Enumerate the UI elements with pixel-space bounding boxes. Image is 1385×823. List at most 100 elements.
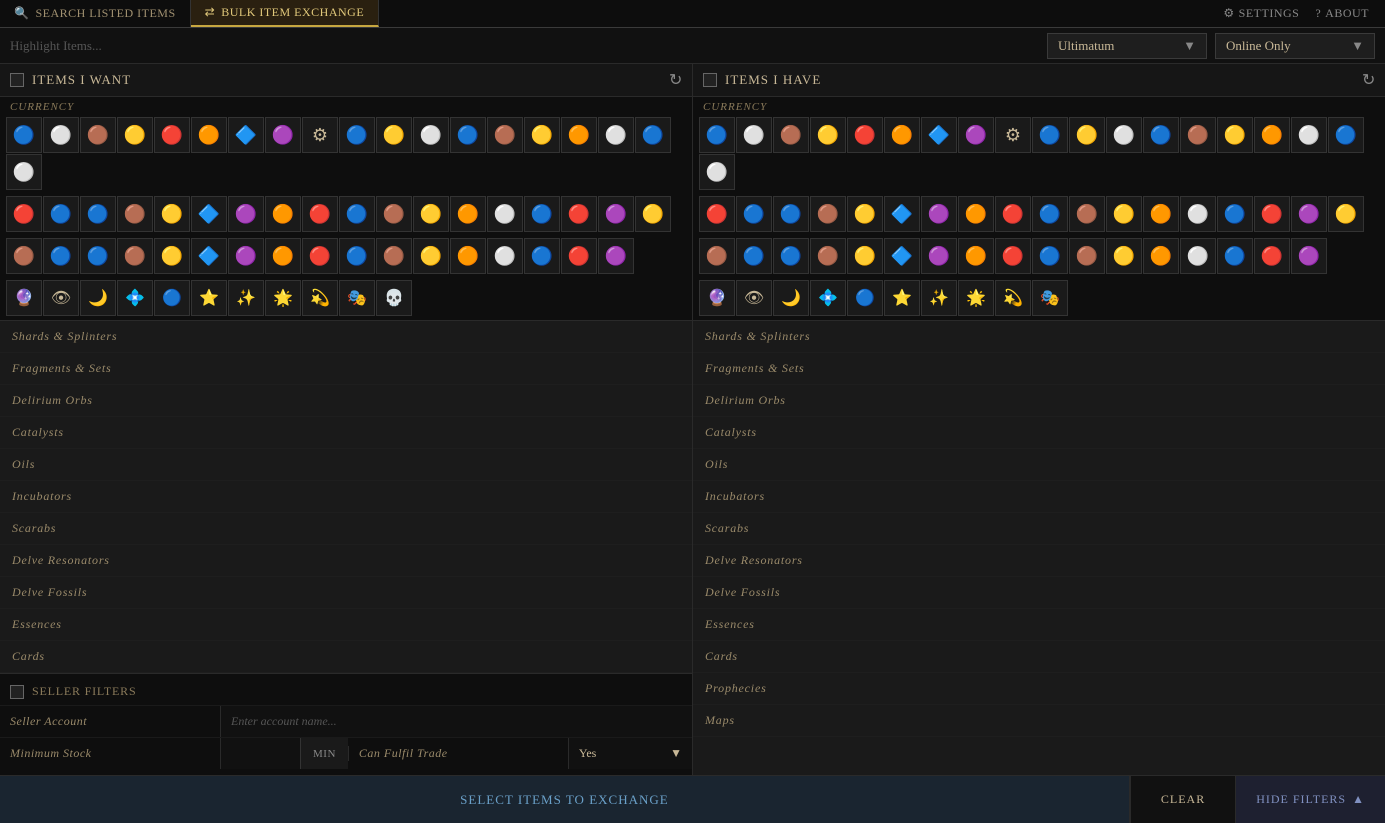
- list-item[interactable]: 🟤: [6, 238, 42, 274]
- list-item[interactable]: 🟣: [228, 238, 264, 274]
- list-item[interactable]: 🟠: [561, 117, 597, 153]
- list-item[interactable]: ✨: [921, 280, 957, 316]
- left-category-oils[interactable]: Oils: [0, 449, 692, 481]
- list-item[interactable]: 🔷: [921, 117, 957, 153]
- right-category-cards[interactable]: Cards: [693, 641, 1385, 673]
- left-refresh-button[interactable]: ↺: [669, 70, 682, 90]
- list-item[interactable]: ✨: [228, 280, 264, 316]
- list-item[interactable]: 🟤: [1069, 196, 1105, 232]
- list-item[interactable]: 🔵: [154, 280, 190, 316]
- list-item[interactable]: 🟠: [265, 238, 301, 274]
- list-item[interactable]: 🟡: [1106, 238, 1142, 274]
- list-item[interactable]: 🔵: [339, 117, 375, 153]
- list-item[interactable]: 🟠: [958, 238, 994, 274]
- list-item[interactable]: 🟡: [117, 117, 153, 153]
- list-item[interactable]: 🟡: [154, 238, 190, 274]
- list-item[interactable]: 🟠: [450, 238, 486, 274]
- list-item[interactable]: 🔵: [43, 238, 79, 274]
- list-item[interactable]: 🟤: [699, 238, 735, 274]
- list-item[interactable]: 🔵: [524, 238, 560, 274]
- right-category-delirium[interactable]: Delirium Orbs: [693, 385, 1385, 417]
- right-category-maps[interactable]: Maps: [693, 705, 1385, 737]
- list-item[interactable]: 🔴: [1254, 238, 1290, 274]
- list-item[interactable]: 🌟: [265, 280, 301, 316]
- list-item[interactable]: 🔴: [6, 196, 42, 232]
- list-item[interactable]: 🟣: [921, 196, 957, 232]
- right-panel-checkbox[interactable]: [703, 73, 717, 87]
- list-item[interactable]: 🔵: [1217, 238, 1253, 274]
- list-item[interactable]: 🟡: [847, 238, 883, 274]
- list-item[interactable]: 🔵: [1032, 196, 1068, 232]
- list-item[interactable]: 🟠: [1254, 117, 1290, 153]
- list-item[interactable]: 🔵: [6, 117, 42, 153]
- list-item[interactable]: 🔵: [847, 280, 883, 316]
- left-category-scarabs[interactable]: Scarabs: [0, 513, 692, 545]
- list-item[interactable]: 🔴: [995, 238, 1031, 274]
- list-item[interactable]: 🔵: [736, 238, 772, 274]
- seller-account-input[interactable]: [220, 706, 692, 737]
- right-category-oils[interactable]: Oils: [693, 449, 1385, 481]
- right-refresh-button[interactable]: ↺: [1362, 70, 1375, 90]
- list-item[interactable]: ⚪: [413, 117, 449, 153]
- list-item[interactable]: 🟤: [117, 196, 153, 232]
- list-item[interactable]: 🔷: [884, 238, 920, 274]
- exchange-button[interactable]: Select Items to Exchange: [0, 776, 1130, 823]
- list-item[interactable]: 🔴: [561, 196, 597, 232]
- list-item[interactable]: 🟡: [1069, 117, 1105, 153]
- list-item[interactable]: 🟣: [1291, 238, 1327, 274]
- list-item[interactable]: 🟠: [1143, 196, 1179, 232]
- left-category-resonators[interactable]: Delve Resonators: [0, 545, 692, 577]
- list-item[interactable]: 🟡: [413, 238, 449, 274]
- list-item[interactable]: 🟡: [376, 117, 412, 153]
- list-item[interactable]: 🟠: [265, 196, 301, 232]
- left-category-catalysts[interactable]: Catalysts: [0, 417, 692, 449]
- right-category-essences[interactable]: Essences: [693, 609, 1385, 641]
- list-item[interactable]: 🔵: [1328, 117, 1364, 153]
- list-item[interactable]: 🔮: [699, 280, 735, 316]
- list-item[interactable]: 🟡: [635, 196, 671, 232]
- list-item[interactable]: ⭐: [884, 280, 920, 316]
- list-item[interactable]: 🔵: [450, 117, 486, 153]
- list-item[interactable]: 🔷: [191, 238, 227, 274]
- list-item[interactable]: 🟡: [810, 117, 846, 153]
- list-item[interactable]: 🟡: [1328, 196, 1364, 232]
- list-item[interactable]: ⚪: [736, 117, 772, 153]
- list-item[interactable]: 🟠: [958, 196, 994, 232]
- left-category-cards[interactable]: Cards: [0, 641, 692, 673]
- list-item[interactable]: 🔵: [736, 196, 772, 232]
- right-category-scarabs[interactable]: Scarabs: [693, 513, 1385, 545]
- online-dropdown[interactable]: Online Only ▼: [1215, 33, 1375, 59]
- list-item[interactable]: 🟠: [1143, 238, 1179, 274]
- list-item[interactable]: 🔵: [699, 117, 735, 153]
- list-item[interactable]: ⚪: [598, 117, 634, 153]
- left-category-essences[interactable]: Essences: [0, 609, 692, 641]
- list-item[interactable]: 🟤: [810, 238, 846, 274]
- list-item[interactable]: ⭐: [191, 280, 227, 316]
- list-item[interactable]: 🔷: [884, 196, 920, 232]
- list-item[interactable]: 🟤: [376, 196, 412, 232]
- min-stock-button[interactable]: MIN: [300, 738, 348, 769]
- list-item[interactable]: 🔵: [339, 196, 375, 232]
- list-item[interactable]: ⚪: [1180, 196, 1216, 232]
- left-category-fragments[interactable]: Fragments & Sets: [0, 353, 692, 385]
- list-item[interactable]: 🟤: [487, 117, 523, 153]
- list-item[interactable]: ⚙: [302, 117, 338, 153]
- list-item[interactable]: 🌙: [80, 280, 116, 316]
- list-item[interactable]: ⚪: [699, 154, 735, 190]
- list-item[interactable]: 🟣: [228, 196, 264, 232]
- list-item[interactable]: 🔵: [524, 196, 560, 232]
- clear-button[interactable]: Clear: [1130, 776, 1235, 823]
- list-item[interactable]: 👁: [736, 280, 772, 316]
- seller-filters-checkbox[interactable]: [10, 685, 24, 699]
- left-category-delirium[interactable]: Delirium Orbs: [0, 385, 692, 417]
- list-item[interactable]: ⚪: [1106, 117, 1142, 153]
- list-item[interactable]: 🔴: [561, 238, 597, 274]
- list-item[interactable]: 🔵: [339, 238, 375, 274]
- list-item[interactable]: 🔵: [635, 117, 671, 153]
- list-item[interactable]: 🟣: [921, 238, 957, 274]
- list-item[interactable]: 🔵: [80, 196, 116, 232]
- list-item[interactable]: 👁: [43, 280, 79, 316]
- right-category-fossils[interactable]: Delve Fossils: [693, 577, 1385, 609]
- list-item[interactable]: 🟡: [413, 196, 449, 232]
- left-category-shards[interactable]: Shards & Splinters: [0, 321, 692, 353]
